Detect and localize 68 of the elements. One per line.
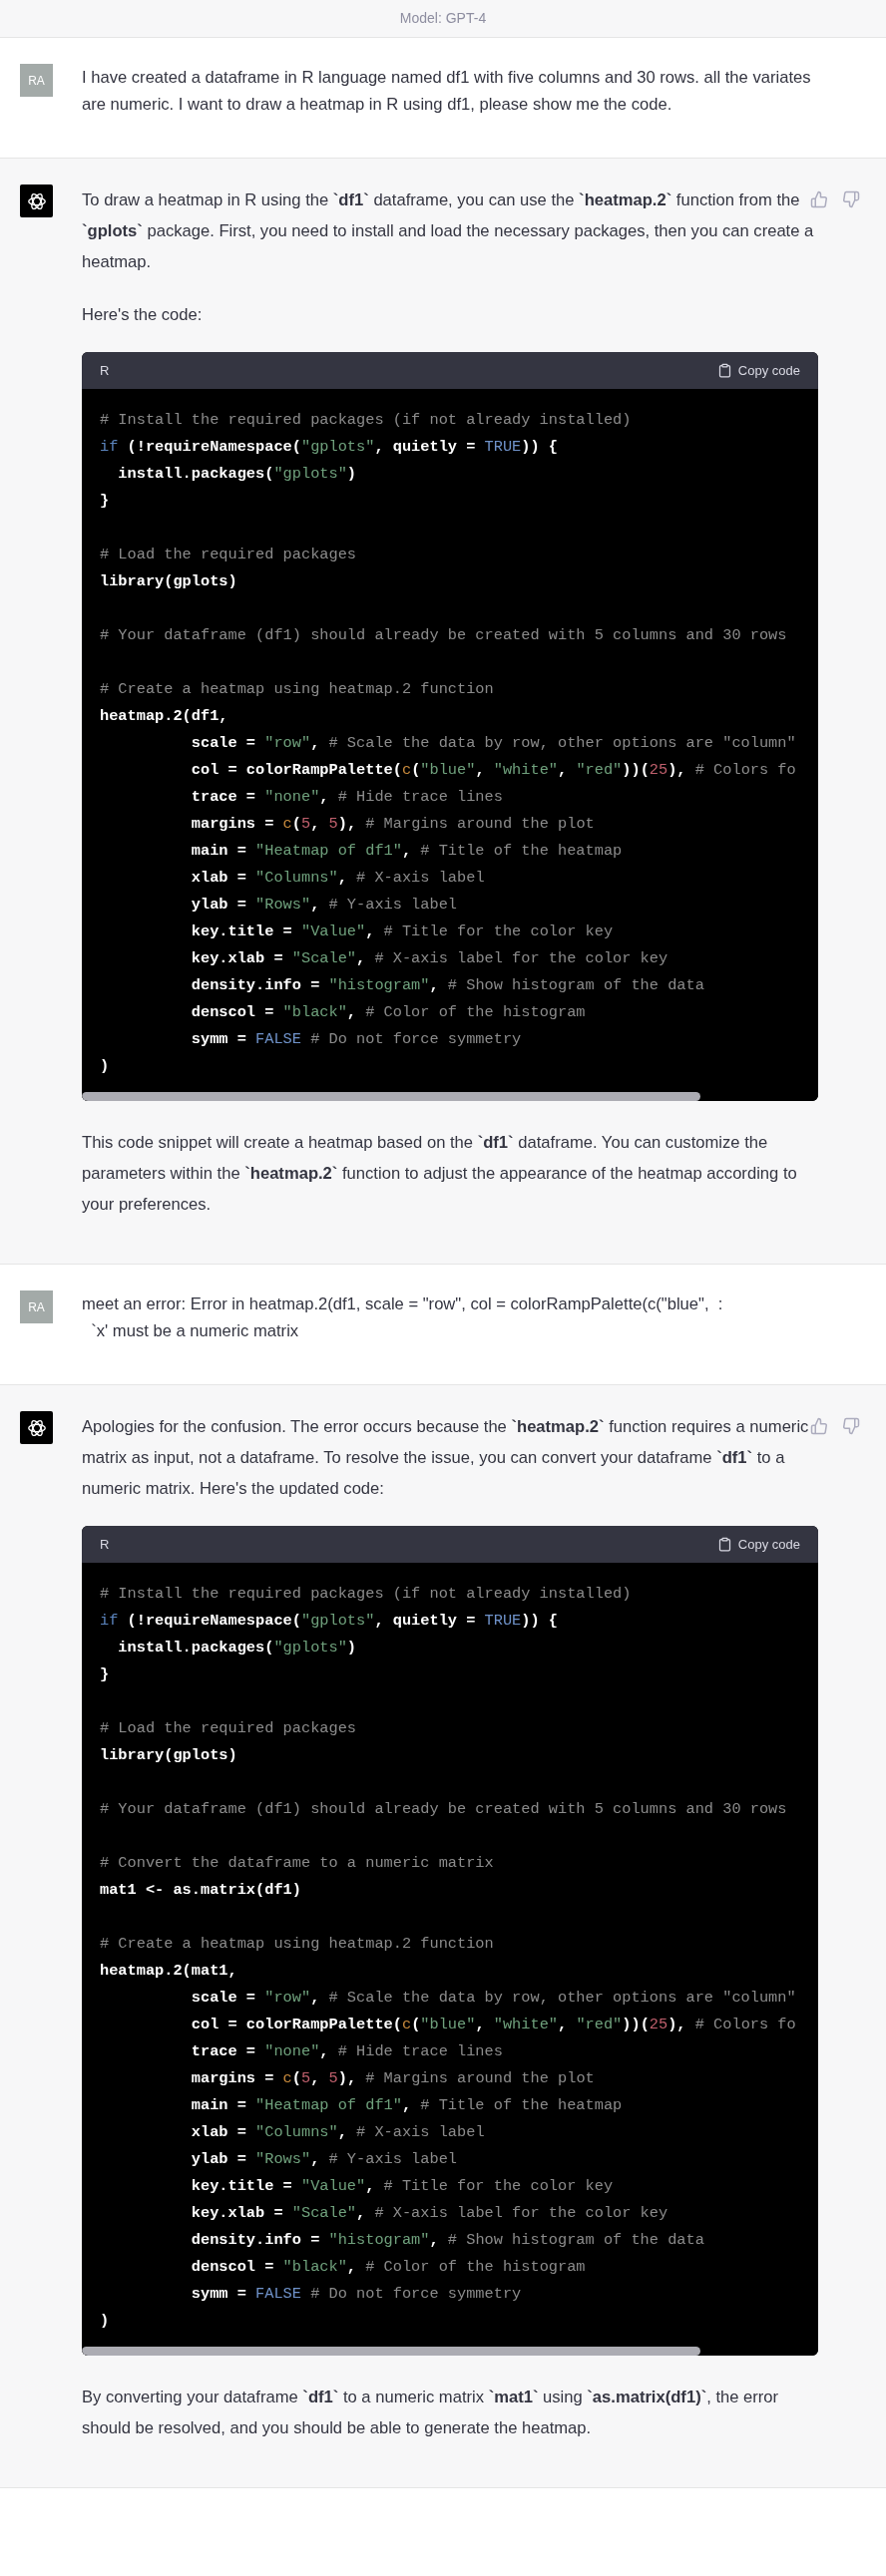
code-line: trace = "none", # Hide trace lines — [190, 2041, 504, 2062]
code-line: margins = c(5, 5), # Margins around the plot — [190, 814, 596, 835]
code-line: main = "Heatmap of df1", # Title of the heatmap — [190, 841, 624, 862]
code-line: ) — [100, 1056, 111, 1077]
code-line: library(gplots) — [100, 571, 238, 592]
code-line: # Create a heatmap using heatmap.2 function — [100, 679, 495, 700]
user-avatar: RA — [20, 1290, 53, 1323]
code-line: heatmap.2(df1, — [100, 706, 229, 727]
code-line: # Convert the dataframe to a numeric matrix — [100, 1853, 495, 1874]
code-line: mat1 <- as.matrix(df1) — [100, 1880, 302, 1901]
code-line: # Create a heatmap using heatmap.2 function — [100, 1934, 495, 1955]
code-line: } — [100, 1664, 111, 1685]
code-line: col = colorRampPalette(c("blue", "white", "red"))(25), # Colors fo — [190, 2015, 797, 2035]
code-line: key.title = "Value", # Title for the color key — [190, 921, 615, 942]
message-text: By converting your dataframe `df1` to a numeric matrix `mat1` using `as.matrix(df1)`, the error should be resolved, and you should be able to generate the heatmap. — [82, 2387, 780, 2439]
code-line: if (!requireNamespace("gplots", quietly = TRUE)) { — [100, 437, 559, 458]
code-line: density.info = "histogram", # Show histogram of the data — [190, 975, 705, 996]
code-line: if (!requireNamespace("gplots", quietly = TRUE)) { — [100, 1611, 559, 1632]
code-line: # Load the required packages — [100, 1718, 358, 1739]
model-label: Model: GPT-4 — [399, 9, 487, 28]
code-line: denscol = "black", # Color of the histogram — [190, 1002, 587, 1023]
scrollbar-thumb[interactable] — [82, 2347, 700, 2356]
code-line: ylab = "Rows", # Y-axis label — [190, 2149, 458, 2170]
code-line: col = colorRampPalette(c("blue", "white", "red"))(25), # Colors fo — [190, 760, 797, 781]
code-line: # Load the required packages — [100, 545, 358, 565]
thumbs-up-icon[interactable] — [810, 190, 828, 208]
message-text: I have created a dataframe in R language named df1 with five columns and 30 rows. all the variates are numeric. I want to draw a heatmap in R using df1, please show me the code. — [82, 67, 812, 116]
code-line: # Your dataframe (df1) should already be created with 5 columns and 30 rows — [100, 625, 788, 646]
code-language-label: R — [100, 1535, 110, 1554]
message-text: This code snippet will create a heatmap based on the `df1` dataframe. You can customize the parameters within the `heatmap.2` function to adjust the appearance of the heatmap according to your preferences. — [82, 1132, 798, 1216]
code-line: main = "Heatmap of df1", # Title of the heatmap — [190, 2095, 624, 2116]
code-line: heatmap.2(mat1, — [100, 1961, 238, 1982]
code-line: trace = "none", # Hide trace lines — [190, 787, 504, 808]
code-line: symm = FALSE # Do not force symmetry — [190, 2284, 523, 2305]
scrollbar-thumb[interactable] — [82, 1092, 700, 1101]
code-line: denscol = "black", # Color of the histogram — [190, 2257, 587, 2278]
code-line: } — [100, 491, 111, 512]
thumbs-down-icon[interactable] — [842, 190, 860, 208]
code-line: key.xlab = "Scale", # X-axis label for the color key — [190, 2203, 669, 2224]
code-line: density.info = "histogram", # Show histogram of the data — [190, 2230, 705, 2251]
copy-code-button[interactable]: Copy code — [716, 1534, 800, 1555]
code-line: xlab = "Columns", # X-axis label — [190, 2122, 486, 2143]
code-line: scale = "row", # Scale the data by row, other options are "column" — [190, 1988, 797, 2009]
code-line: # Install the required packages (if not already installed) — [100, 1584, 633, 1605]
code-line: symm = FALSE # Do not force symmetry — [190, 1029, 523, 1050]
message-text: Here's the code: — [82, 304, 204, 326]
code-line: # Your dataframe (df1) should already be created with 5 columns and 30 rows — [100, 1799, 788, 1820]
code-line: install.packages("gplots") — [117, 1638, 358, 1658]
code-line: key.title = "Value", # Title for the color key — [190, 2176, 615, 2197]
code-line: install.packages("gplots") — [117, 464, 358, 485]
code-line: ) — [100, 2311, 111, 2332]
code-language-label: R — [100, 361, 110, 380]
thumbs-down-icon[interactable] — [842, 1417, 860, 1435]
code-line: xlab = "Columns", # X-axis label — [190, 868, 486, 889]
message-text: Apologies for the confusion. The error occurs because the `heatmap.2` function requires a numeric matrix as input, not a dataframe. To resolve the issue, you can convert your dataframe `df1` to a numeric matrix. Here's the updated code: — [82, 1416, 810, 1500]
clipboard-icon — [716, 1537, 732, 1552]
code-line: key.xlab = "Scale", # X-axis label for the color key — [190, 948, 669, 969]
copy-code-button[interactable]: Copy code — [716, 360, 800, 381]
code-line: scale = "row", # Scale the data by row, other options are "column" — [190, 733, 797, 754]
user-avatar: RA — [20, 64, 53, 97]
thumbs-up-icon[interactable] — [810, 1417, 828, 1435]
code-line: library(gplots) — [100, 1745, 238, 1766]
message-text: To draw a heatmap in R using the `df1` dataframe, you can use the `heatmap.2` function from the `gplots` package. First, you need to install and load the necessary packages, then you can create a heatmap. — [82, 189, 815, 273]
code-line: ylab = "Rows", # Y-axis label — [190, 895, 458, 916]
clipboard-icon — [716, 363, 732, 378]
code-line: margins = c(5, 5), # Margins around the plot — [190, 2068, 596, 2089]
message-text: meet an error: Error in heatmap.2(df1, scale = "row", col = colorRampPalette(c("blue", : `x' must be a numeric matrix — [82, 1293, 724, 1342]
code-line: # Install the required packages (if not already installed) — [100, 410, 633, 431]
